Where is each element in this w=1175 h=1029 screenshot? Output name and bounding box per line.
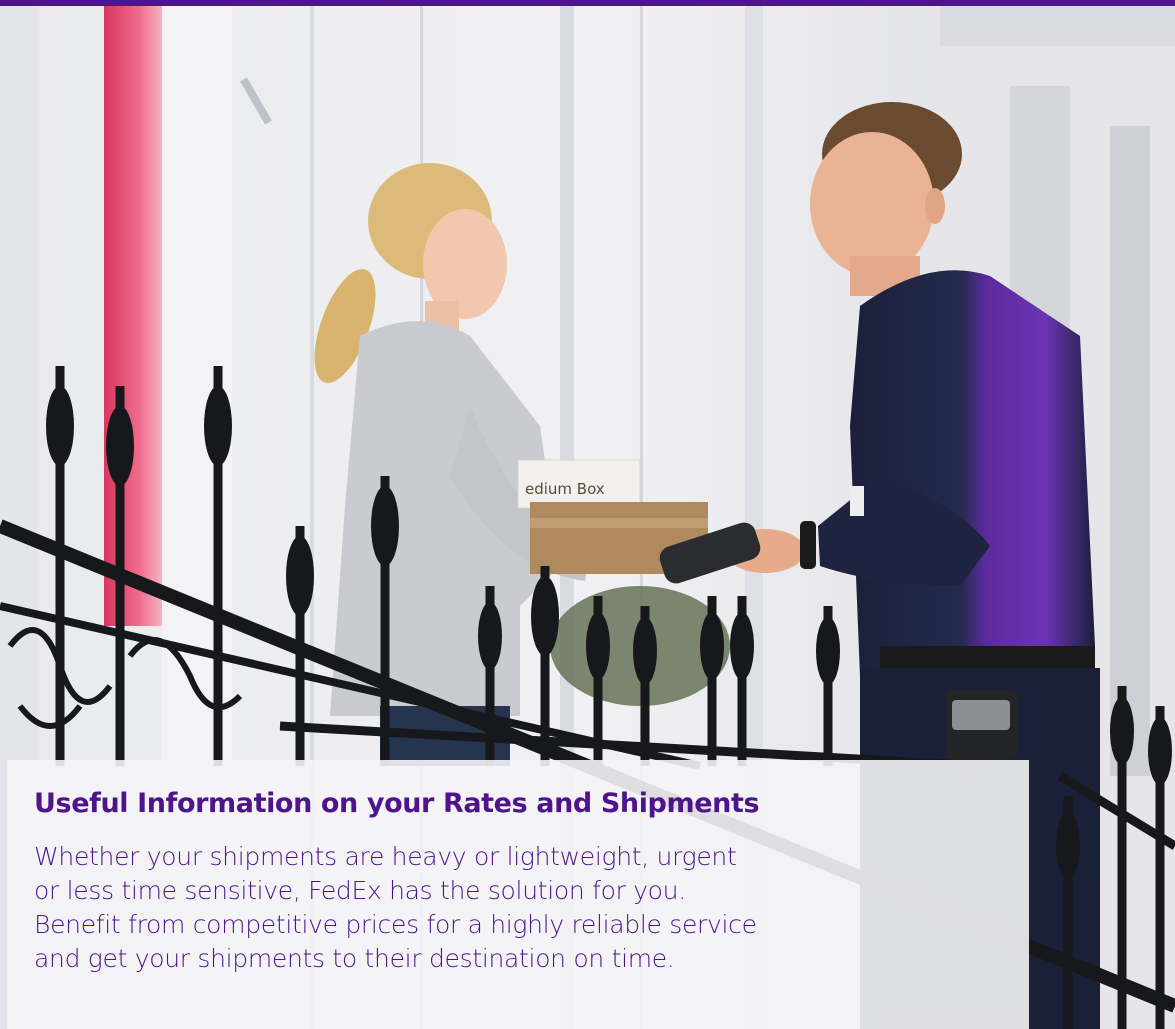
info-body-line: or less time sensitive, FedEx has the so…: [34, 876, 686, 905]
courier-face: [810, 132, 934, 276]
courier-badge: [850, 486, 864, 516]
svg-text:edium Box: edium Box: [525, 480, 605, 498]
box-tape: [530, 518, 708, 528]
info-body: Whether your shipments are heavy or ligh…: [34, 840, 1014, 976]
info-body-line: Whether your shipments are heavy or ligh…: [34, 842, 737, 871]
info-card: Useful Information on your Rates and Shi…: [7, 760, 1029, 1029]
info-body-line: and get your shipments to their destinat…: [34, 944, 675, 973]
column-shadow-2: [1110, 126, 1150, 776]
courier-shirt: [850, 270, 1095, 676]
info-body-line: Benefit from competitive prices for a hi…: [34, 910, 757, 939]
pouch-window: [952, 700, 1010, 730]
pink-pillar: [104, 6, 162, 626]
courier-ear: [925, 188, 945, 224]
hero-section: edium Box Useful Information on your Rat…: [0, 0, 1175, 1029]
info-title: Useful Information on your Rates and Shi…: [34, 788, 760, 819]
cornice: [940, 6, 1175, 46]
courier-watch: [800, 521, 816, 569]
